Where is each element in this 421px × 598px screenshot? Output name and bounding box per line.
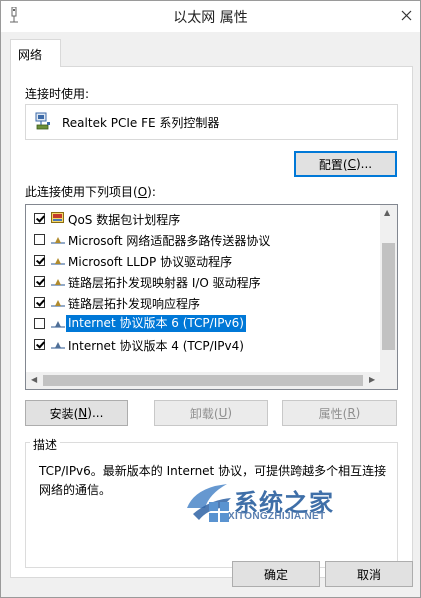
- item-checkbox[interactable]: [34, 234, 45, 245]
- scrollbar-corner: [380, 372, 397, 389]
- item-checkbox[interactable]: [34, 213, 45, 224]
- horizontal-scroll-thumb[interactable]: [43, 375, 363, 386]
- item-label: Microsoft 网络适配器多路传送器协议: [68, 234, 271, 248]
- watermark-subtext: XITONGZHIJIA.NET: [228, 511, 326, 522]
- item-checkbox[interactable]: [34, 339, 45, 350]
- items-label-end: ):: [147, 185, 156, 199]
- protocol-icon: [51, 321, 65, 328]
- item-label: Internet 协议版本 4 (TCP/IPv4): [68, 339, 244, 353]
- network-card-icon: [35, 112, 50, 130]
- properties-label-end: ): [355, 406, 361, 420]
- close-icon: [401, 10, 411, 20]
- tab-network-label: 网络: [18, 48, 43, 62]
- item-label: Internet 协议版本 6 (TCP/IPv6): [65, 314, 247, 333]
- item-checkbox[interactable]: [34, 297, 45, 308]
- protocol-icon: [51, 258, 65, 265]
- scroll-left-icon[interactable]: ◀: [31, 375, 37, 384]
- item-label: QoS 数据包计划程序: [68, 213, 181, 227]
- title-bar[interactable]: 以太网 属性: [1, 1, 420, 32]
- protocol-icon: [51, 279, 65, 286]
- item-checkbox[interactable]: [34, 255, 45, 266]
- properties-accel: R: [347, 406, 356, 420]
- cancel-label: 取消: [356, 567, 381, 582]
- window-title: 以太网 属性: [173, 10, 248, 26]
- item-checkbox[interactable]: [34, 318, 45, 329]
- properties-dialog: 以太网 属性 网络 连接时使用: Realtek PCIe FE 系列控制器 配…: [0, 0, 421, 598]
- item-checkbox[interactable]: [34, 276, 45, 287]
- components-list[interactable]: QoS 数据包计划程序 Microsoft 网络适配器多路传送器协议 Micro…: [25, 204, 398, 390]
- list-item[interactable]: Internet 协议版本 4 (TCP/IPv4): [26, 334, 382, 355]
- install-label: 安装(: [49, 406, 79, 421]
- install-label-end: )...: [87, 406, 104, 420]
- item-label: Microsoft LLDP 协议驱动程序: [68, 255, 233, 269]
- description-title: 描述: [30, 436, 61, 453]
- vertical-scroll-thumb[interactable]: [382, 243, 395, 350]
- properties-button[interactable]: 属性(R): [282, 400, 397, 426]
- uninstall-button[interactable]: 卸载(U): [154, 400, 268, 426]
- configure-label-end: )...: [355, 157, 373, 171]
- items-label-accel: O: [137, 185, 148, 199]
- install-button[interactable]: 安装(N)...: [25, 400, 128, 426]
- scroll-up-icon[interactable]: ▲: [384, 208, 390, 217]
- properties-label: 属性(: [318, 406, 348, 421]
- adapter-field: Realtek PCIe FE 系列控制器: [25, 104, 398, 140]
- item-label: 链路层拓扑发现映射器 I/O 驱动程序: [68, 276, 261, 290]
- adapter-name: Realtek PCIe FE 系列控制器: [62, 116, 220, 130]
- items-label: 此连接使用下列项目(O):: [25, 183, 156, 200]
- configure-label: 配置(: [318, 157, 348, 172]
- cancel-button[interactable]: 取消: [325, 561, 413, 587]
- ok-label: 确定: [263, 567, 288, 582]
- item-label: 链路层拓扑发现响应程序: [68, 297, 201, 311]
- list-item[interactable]: QoS 数据包计划程序: [26, 208, 382, 229]
- close-button[interactable]: [395, 5, 417, 25]
- uninstall-label-end: ): [227, 406, 233, 420]
- install-accel: N: [78, 406, 88, 420]
- tab-network[interactable]: 网络: [10, 39, 61, 67]
- list-item-selected[interactable]: Internet 协议版本 6 (TCP/IPv6): [26, 313, 382, 334]
- list-item[interactable]: 链路层拓扑发现映射器 I/O 驱动程序: [26, 271, 382, 292]
- items-label-text: 此连接使用下列项目(: [25, 185, 138, 199]
- protocol-icon: [51, 300, 65, 307]
- scroll-right-icon[interactable]: ▶: [369, 375, 375, 384]
- list-item[interactable]: Microsoft LLDP 协议驱动程序: [26, 250, 382, 271]
- ok-button[interactable]: 确定: [232, 561, 320, 587]
- connect-using-label: 连接时使用:: [25, 87, 90, 101]
- uninstall-label: 卸载(: [189, 406, 219, 421]
- qos-icon: [51, 212, 64, 223]
- protocol-icon: [51, 237, 65, 244]
- horizontal-scrollbar[interactable]: ◀ ▶: [26, 372, 382, 389]
- vertical-scrollbar[interactable]: ▲: [380, 205, 397, 374]
- list-item[interactable]: 链路层拓扑发现响应程序: [26, 292, 382, 313]
- configure-button[interactable]: 配置(C)...: [294, 151, 397, 177]
- uninstall-accel: U: [218, 406, 228, 420]
- list-item[interactable]: Microsoft 网络适配器多路传送器协议: [26, 229, 382, 250]
- protocol-icon: [51, 342, 65, 349]
- configure-accel: C: [347, 157, 356, 171]
